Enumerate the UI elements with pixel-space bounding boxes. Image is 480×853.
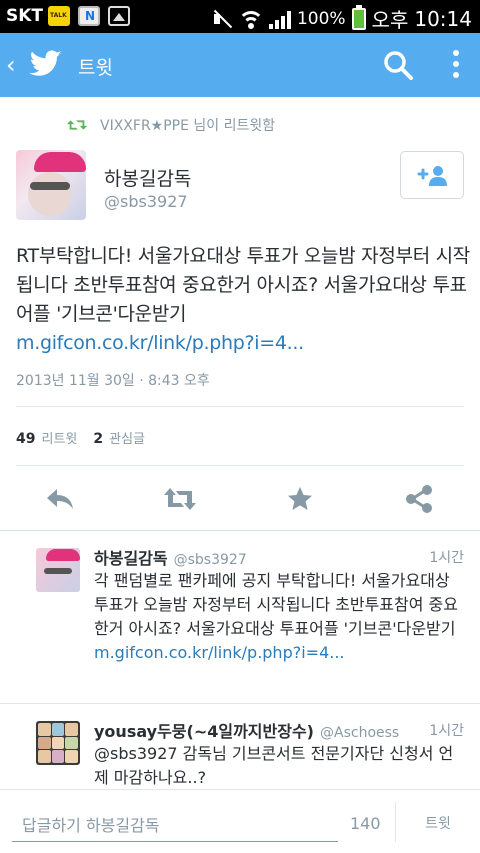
retweet-context: VIXXFR★PPE 님이 리트윗함 (66, 115, 275, 135)
char-count: 140 (350, 814, 381, 833)
retweet-count: 49 (16, 431, 36, 447)
retweet-icon (66, 120, 88, 130)
wifi-icon (238, 9, 263, 29)
battery-icon (351, 4, 366, 30)
carrier-label: SKT (6, 6, 44, 26)
divider (16, 465, 464, 466)
retweet-stat-label: 리트윗 (41, 432, 78, 447)
reply-time: 1시간 (429, 723, 464, 739)
status-bar: SKT 100% 오후 10:14 (0, 0, 480, 33)
mute-icon (211, 8, 233, 30)
clock-ampm: 오후 (371, 8, 409, 32)
reply-author-name: 하봉길감독 (94, 549, 168, 568)
tweet-stats: 49 리트윗 2 관심글 (16, 428, 145, 447)
reply-author[interactable]: yousay두뭉(~4일까지반장수) @Aschoess (94, 718, 399, 742)
reply-time: 1시간 (429, 550, 464, 566)
clock-time: 10:14 (414, 6, 472, 31)
tweet-link[interactable]: m.gifcon.co.kr/link/p.php?i=4... (16, 329, 472, 358)
twitter-bird-icon[interactable] (28, 47, 64, 81)
favorite-count: 2 (93, 431, 104, 447)
avatar[interactable] (16, 150, 86, 220)
favorite-stat-label: 관심글 (109, 432, 146, 447)
reply-author-handle: @sbs3927 (173, 552, 247, 568)
reply-item[interactable]: yousay두뭉(~4일까지반장수) @Aschoess 1시간 @sbs3927… (0, 704, 480, 789)
tweet-actions (0, 470, 480, 528)
tweet-button[interactable]: 트윗 (410, 810, 466, 838)
battery-percent: 100% (296, 8, 346, 29)
reply-author-name: yousay두뭉(~4일까지반장수) (94, 722, 314, 741)
retweet-context-text: VIXXFR★PPE 님이 리트윗함 (100, 118, 276, 134)
author-handle[interactable]: @sbs3927 (104, 192, 188, 211)
naver-notification-icon (78, 6, 100, 26)
reply-input[interactable] (12, 810, 338, 842)
page-title: 트윗 (78, 57, 113, 79)
author-name[interactable]: 하봉길감독 (104, 164, 191, 191)
chevron-left-icon[interactable]: ‹ (6, 51, 24, 79)
reply-icon[interactable] (44, 484, 76, 514)
reply-text: 각 팬덤별로 팬카페에 공지 부탁합니다! 서울가요대상 투표가 오늘밤 자정부… (94, 569, 466, 665)
picture-notification-icon (108, 6, 130, 26)
reply-author-handle: @Aschoess (320, 725, 400, 741)
tweet-timestamp: 2013년 11월 30일 · 8:43 오후 (16, 373, 210, 389)
follow-button[interactable] (400, 151, 464, 199)
app-bar: ‹ 트윗 (0, 33, 480, 97)
tweet-body: RT부탁합니다! 서울가요대상 투표가 오늘밤 자정부터 시작됩니다 초반투표참… (16, 245, 470, 325)
reply-avatar[interactable] (36, 548, 80, 592)
retweet-stat[interactable]: 49 리트윗 (16, 428, 77, 447)
divider (16, 406, 464, 407)
reply-item[interactable]: 하봉길감독 @sbs3927 1시간 각 팬덤별로 팬카페에 공지 부탁합니다! … (0, 531, 480, 703)
tweet-text: RT부탁합니다! 서울가요대상 투표가 오늘밤 자정부터 시작됩니다 초반투표참… (16, 242, 472, 358)
search-icon[interactable] (382, 49, 414, 81)
retweet-icon[interactable] (162, 484, 198, 514)
reply-avatar[interactable] (36, 721, 80, 765)
reply-author[interactable]: 하봉길감독 @sbs3927 (94, 545, 247, 569)
reply-body: 각 팬덤별로 팬카페에 공지 부탁합니다! 서울가요대상 투표가 오늘밤 자정부… (94, 571, 458, 638)
reply-text: @sbs3927 감독님 기브콘서트 전문기자단 신청서 언제 마감하나요..? (94, 744, 454, 787)
signal-icon (268, 9, 291, 29)
overflow-menu-icon[interactable] (450, 50, 462, 82)
add-user-icon (417, 166, 447, 186)
favorite-stat[interactable]: 2 관심글 (93, 428, 145, 447)
divider (395, 802, 396, 842)
kakaotalk-notification-icon (48, 6, 70, 26)
reply-link[interactable]: m.gifcon.co.kr/link/p.php?i=4... (94, 641, 466, 665)
share-icon[interactable] (404, 484, 434, 514)
reply-composer: 140 트윗 (0, 789, 480, 853)
star-icon[interactable] (286, 484, 314, 514)
